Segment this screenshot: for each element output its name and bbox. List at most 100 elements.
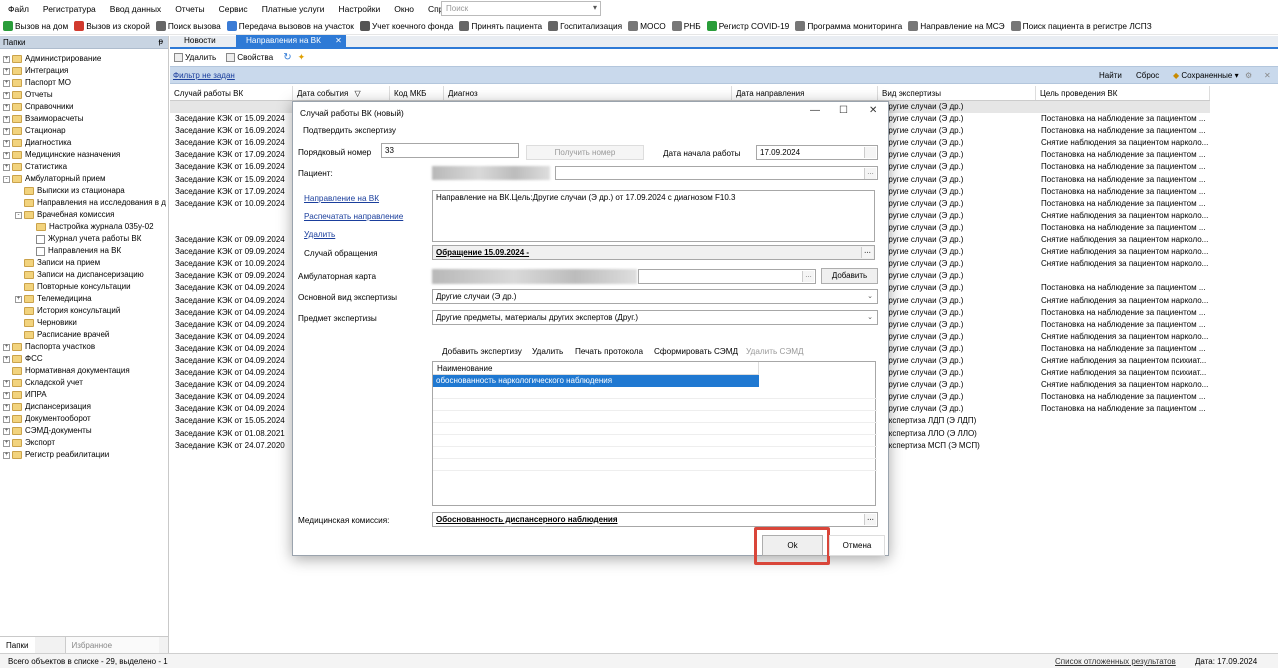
tree-item[interactable]: Выписки из стационара: [0, 185, 168, 197]
tree-item[interactable]: + Администрирование: [0, 53, 168, 65]
toolbar-button-8[interactable]: РНБ: [669, 20, 704, 31]
new-button[interactable]: ✦: [298, 52, 306, 63]
tree-item[interactable]: + Интеграция: [0, 65, 168, 77]
tree-item[interactable]: Настройка журнала 035у-02: [0, 221, 168, 233]
tree-item[interactable]: Расписание врачей: [0, 329, 168, 341]
tree-item[interactable]: + Паспорт МО: [0, 77, 168, 89]
menu-file[interactable]: Файл: [0, 4, 36, 14]
collapse-icon[interactable]: -: [15, 211, 22, 219]
expand-icon[interactable]: +: [3, 163, 10, 171]
expand-icon[interactable]: +: [3, 343, 10, 351]
expand-icon[interactable]: +: [3, 391, 10, 399]
toolbar-button-7[interactable]: МОСО: [625, 20, 669, 31]
tree-item[interactable]: Журнал учета работы ВК: [0, 233, 168, 245]
search-input[interactable]: Поиск ▾: [441, 1, 601, 16]
expand-icon[interactable]: +: [3, 151, 10, 159]
tree-item[interactable]: + Экспорт: [0, 437, 168, 449]
expand-icon[interactable]: +: [3, 115, 10, 123]
ellipsis-icon[interactable]: …: [864, 514, 876, 525]
expand-icon[interactable]: +: [3, 91, 10, 99]
col-expertise-type[interactable]: Вид экспертизы: [878, 86, 1036, 100]
toolbar-button-11[interactable]: Направление на МСЭ: [905, 20, 1007, 31]
toolbar-button-12[interactable]: Поиск пациента в регистре ЛСПЗ: [1008, 20, 1155, 31]
toolbar-button-1[interactable]: Вызов из скорой: [71, 20, 153, 31]
menu-data-entry[interactable]: Ввод данных: [103, 4, 168, 14]
calendar-icon[interactable]: [864, 147, 876, 158]
outpatient-card-input[interactable]: …: [638, 269, 816, 284]
print-protocol-button[interactable]: Печать протокола: [575, 347, 643, 356]
main-expertise-type-select[interactable]: Другие случаи (Э др.) ⌄: [432, 289, 878, 304]
menu-service[interactable]: Сервис: [212, 4, 255, 14]
menu-reports[interactable]: Отчеты: [168, 4, 211, 14]
delete-referral-link[interactable]: Удалить: [304, 230, 335, 239]
properties-button[interactable]: Свойства: [222, 53, 273, 62]
deferred-results-link[interactable]: Список отложенных результатов: [1055, 657, 1176, 666]
expand-icon[interactable]: +: [3, 55, 10, 63]
col-vk-goal[interactable]: Цель проведения ВК: [1036, 86, 1210, 100]
add-card-button[interactable]: Добавить: [821, 268, 878, 284]
tree-item[interactable]: Направления на ВК: [0, 245, 168, 257]
vk-referral-link[interactable]: Направление на ВК: [304, 194, 379, 203]
tree-item[interactable]: + Отчеты: [0, 89, 168, 101]
toolbar-button-10[interactable]: Программа мониторинга: [792, 20, 905, 31]
tree-item[interactable]: + Телемедицина: [0, 293, 168, 305]
tab-news[interactable]: Новости: [170, 35, 236, 47]
tree-item[interactable]: Черновики: [0, 317, 168, 329]
tree-item[interactable]: Записи на диспансеризацию: [0, 269, 168, 281]
chevron-down-icon[interactable]: ▾: [593, 3, 597, 12]
menu-paid-services[interactable]: Платные услуги: [255, 4, 332, 14]
filter-link[interactable]: Фильтр не задан: [173, 71, 235, 80]
tab-vk-referrals[interactable]: Направления на ВК ✕: [236, 35, 346, 47]
expand-icon[interactable]: +: [3, 139, 10, 147]
tree-item[interactable]: + Статистика: [0, 161, 168, 173]
ellipsis-icon[interactable]: …: [861, 247, 873, 258]
tree-item[interactable]: + Паспорта участков: [0, 341, 168, 353]
tree-item[interactable]: + ИПРА: [0, 389, 168, 401]
start-date-input[interactable]: 17.09.2024: [756, 145, 878, 160]
maximize-icon[interactable]: ☐: [839, 105, 848, 116]
tree-item[interactable]: История консультаций: [0, 305, 168, 317]
toolbar-button-2[interactable]: Поиск вызова: [153, 20, 224, 31]
toolbar-button-3[interactable]: Передача вызовов на участок: [224, 20, 357, 31]
print-referral-link[interactable]: Распечатать направление: [304, 212, 403, 221]
collapse-icon[interactable]: -: [3, 175, 10, 183]
tree-item[interactable]: + Регистр реабилитации: [0, 449, 168, 461]
expand-icon[interactable]: +: [3, 379, 10, 387]
expand-icon[interactable]: +: [3, 451, 10, 459]
expand-icon[interactable]: +: [15, 295, 22, 303]
refresh-button[interactable]: ↻: [279, 52, 291, 63]
minimize-icon[interactable]: —: [810, 105, 820, 116]
toolbar-button-0[interactable]: Вызов на дом: [0, 20, 71, 31]
tab-folders[interactable]: Папки: [0, 637, 35, 653]
tab-favorites[interactable]: Избранное: [64, 637, 159, 653]
patient-input[interactable]: …: [555, 166, 878, 180]
expand-icon[interactable]: +: [3, 127, 10, 135]
expertise-list-item[interactable]: обоснованность наркологического наблюден…: [433, 375, 759, 387]
add-expertise-button[interactable]: Добавить экспертизу: [442, 347, 522, 356]
tree-item[interactable]: + Складской учет: [0, 377, 168, 389]
tree-item[interactable]: Нормативная документация: [0, 365, 168, 377]
tree-item[interactable]: - Врачебная комиссия: [0, 209, 168, 221]
saved-filters-button[interactable]: ◆ Сохраненные ▾: [1173, 71, 1239, 80]
get-number-button[interactable]: Получить номер: [526, 145, 644, 160]
tree-item[interactable]: + СЭМД-документы: [0, 425, 168, 437]
menu-registry[interactable]: Регистратура: [36, 4, 103, 14]
toolbar-button-6[interactable]: Госпитализация: [545, 20, 625, 31]
expand-icon[interactable]: +: [3, 355, 10, 363]
tree-item[interactable]: + Документооборот: [0, 413, 168, 425]
menu-settings[interactable]: Настройки: [332, 4, 388, 14]
close-icon[interactable]: ✕: [869, 105, 877, 116]
cancel-button[interactable]: Отмена: [829, 535, 885, 556]
expertise-subject-select[interactable]: Другие предметы, материалы других экспер…: [432, 310, 878, 325]
col-diagnosis[interactable]: Диагноз: [444, 86, 732, 100]
toolbar-button-5[interactable]: Принять пациента: [456, 20, 545, 31]
expand-icon[interactable]: +: [3, 67, 10, 75]
expand-icon[interactable]: +: [3, 103, 10, 111]
tree-item[interactable]: + Диспансеризация: [0, 401, 168, 413]
menu-window[interactable]: Окно: [387, 4, 421, 14]
confirm-expertise-button[interactable]: Подтвердить экспертизу: [303, 126, 396, 135]
tree-item[interactable]: + Взаиморасчеты: [0, 113, 168, 125]
reset-button[interactable]: Сброс: [1136, 71, 1159, 80]
expand-icon[interactable]: +: [3, 415, 10, 423]
tree-item[interactable]: Записи на прием: [0, 257, 168, 269]
